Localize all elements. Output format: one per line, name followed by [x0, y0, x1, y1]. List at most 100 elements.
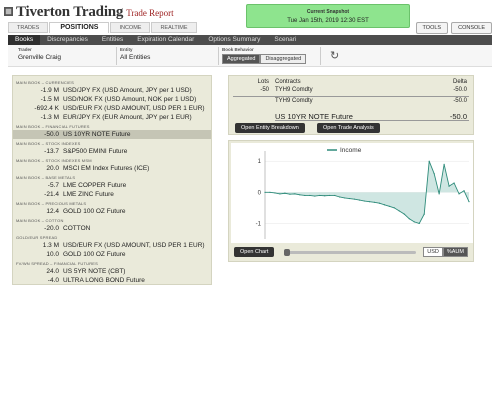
- sub-tab-entities[interactable]: Entities: [95, 35, 130, 45]
- book-behavior-toggle: Aggregated Disaggregated: [222, 54, 307, 64]
- snapshot-time: Tue Jan 15th, 2019 12:30 EST: [287, 18, 369, 24]
- book-row[interactable]: 12.4 GOLD 100 OZ Future: [13, 207, 211, 216]
- book-row-name: USD/EUR FX (USD AMOUNT, USD PER 1 EUR): [63, 105, 205, 112]
- book-row-value: 20.0: [46, 165, 59, 172]
- entity-label: Entity: [120, 47, 133, 52]
- aum-button[interactable]: %AUM: [442, 247, 468, 257]
- income-point: [398, 210, 400, 212]
- income-point: [274, 192, 276, 194]
- slider-handle[interactable]: [284, 249, 290, 256]
- book-row[interactable]: -1.9 M USD/JPY FX (USD Amount, JPY per 1 …: [13, 86, 211, 95]
- income-point: [388, 205, 390, 207]
- book-row-value: -50.0: [44, 131, 59, 138]
- income-point: [428, 160, 430, 162]
- snapshot-label: Current Snapshot: [306, 9, 350, 15]
- contract-name: TYH9 Comdty: [275, 87, 313, 93]
- sub-tab-books[interactable]: Books: [8, 35, 41, 45]
- book-row[interactable]: -13.7 S&P500 EMINI Future: [13, 147, 211, 156]
- book-group-header: MAIN BOOK – COTTON: [16, 218, 64, 223]
- book-row[interactable]: 24.0 US 5YR NOTE (CBT): [13, 267, 211, 276]
- legend-label: Income: [340, 147, 362, 154]
- book-row-name: USD/NOK FX (USD Amount, NOK per 1 USD): [63, 96, 197, 103]
- book-row-value: 1.3 M: [42, 242, 59, 249]
- book-group-header: MAIN BOOK – PRECIOUS METALS: [16, 201, 87, 206]
- disaggregated-button[interactable]: Disaggregated: [260, 54, 307, 64]
- income-point: [463, 190, 465, 192]
- book-row-value: -1.3 M: [40, 114, 59, 121]
- book-row[interactable]: 10.0 GOLD 100 OZ Future: [13, 250, 211, 259]
- top-tab-positions[interactable]: POSITIONS: [49, 22, 110, 33]
- tools-button[interactable]: TOOLS: [415, 22, 449, 34]
- book-row[interactable]: -50.0 US 10YR NOTE Future: [13, 130, 211, 139]
- book-row[interactable]: 1.3 M USD/EUR FX (USD AMOUNT, USD PER 1 E…: [13, 241, 211, 250]
- tools-bar: TOOLS CONSOLE: [415, 22, 492, 34]
- book-row-value: -1.5 M: [40, 96, 59, 103]
- top-tab-trades[interactable]: TRADES: [8, 22, 49, 33]
- income-point: [353, 198, 356, 200]
- book-row-value: 12.4: [46, 208, 59, 215]
- book-row-name: COTTON: [63, 225, 91, 232]
- book-row[interactable]: -4.0 ULTRA LONG BOND Future: [13, 276, 211, 284]
- aggregated-button[interactable]: Aggregated: [222, 54, 261, 64]
- income-point: [468, 201, 470, 203]
- book-row[interactable]: 20.0 MSCI EM Index Futures (ICE): [13, 164, 211, 173]
- income-point: [299, 194, 301, 196]
- income-point: [413, 221, 415, 223]
- console-button[interactable]: CONSOLE: [451, 22, 492, 34]
- top-tab-income[interactable]: INCOME: [110, 22, 151, 33]
- book-row-name: LME COPPER Future: [63, 182, 127, 189]
- book-row-name: MSCI EM Index Futures (ICE): [63, 165, 150, 172]
- book-row[interactable]: -692.4 K USD/EUR FX (USD AMOUNT, USD PER …: [13, 104, 211, 113]
- income-point: [418, 222, 420, 225]
- book-row-name: GOLD 100 OZ Future: [63, 251, 126, 258]
- open-entity-breakdown-button[interactable]: Open Entity Breakdown: [235, 123, 305, 133]
- book-row-value: -20.0: [44, 225, 59, 232]
- income-chart[interactable]: 10-1Income: [231, 143, 473, 243]
- book-group-header: FV/WN SPREAD – FINANCIAL FUTURES: [16, 261, 99, 266]
- income-point: [289, 193, 291, 195]
- chart-controls: Open Chart USD %AUM: [228, 245, 474, 261]
- delta-header: Delta: [452, 79, 467, 85]
- sub-tab-options-summary[interactable]: Options Summary: [201, 35, 267, 45]
- income-point: [279, 193, 281, 195]
- sub-tab-expiration-calendar[interactable]: Expiration Calendar: [130, 35, 201, 45]
- chart-range-slider[interactable]: [286, 251, 416, 254]
- book-group-header: MAIN BOOK – STOCK INDEXES: [16, 141, 81, 146]
- book-row[interactable]: -21.4 LME ZINC Future: [13, 190, 211, 199]
- filter-bar: Trader Grenville Craig Entity All Entiti…: [8, 45, 492, 67]
- book-group-header: GOLD/EUR SPREAD: [16, 235, 58, 240]
- income-point: [443, 163, 445, 165]
- book-row-name: S&P500 EMINI Future: [63, 148, 128, 155]
- book-group-header: MAIN BOOK – STOCK INDEXES MSM: [16, 158, 92, 163]
- lots-header: Lots: [257, 79, 269, 85]
- book-row-value: -21.4: [44, 191, 59, 198]
- top-tab-realtime[interactable]: REALTIME: [151, 22, 197, 33]
- book-row[interactable]: -1.5 M USD/NOK FX (USD Amount, NOK per 1 …: [13, 95, 211, 104]
- income-point: [314, 195, 316, 197]
- trader-label: Trader: [18, 47, 32, 52]
- book-row[interactable]: -20.0 COTTON: [13, 224, 211, 233]
- contracts-header: Contracts: [275, 79, 301, 85]
- contract-row[interactable]: -50 TYH9 Comdty -50.0: [229, 87, 473, 95]
- sub-tab-scenari[interactable]: Scenari: [267, 35, 303, 45]
- book-row[interactable]: -5.7 LME COPPER Future: [13, 181, 211, 190]
- book-row-value: -1.9 M: [40, 87, 59, 94]
- refresh-icon[interactable]: ↻: [330, 49, 339, 62]
- usd-button[interactable]: USD: [423, 247, 443, 257]
- book-row-name: US 10YR NOTE Future: [63, 131, 131, 138]
- total-divider: [275, 120, 469, 121]
- contract-lots: -50: [260, 87, 269, 93]
- trader-filter[interactable]: Trader Grenville Craig: [18, 47, 61, 61]
- book-row[interactable]: -1.3 M EUR/JPY FX (EUR Amount, JPY per 1 …: [13, 113, 211, 122]
- book-group-header: MAIN BOOK – BASE METALS: [16, 175, 76, 180]
- open-chart-button[interactable]: Open Chart: [234, 247, 275, 257]
- income-point: [269, 191, 271, 193]
- open-trade-analysis-button[interactable]: Open Trade Analysis: [317, 123, 380, 133]
- contract-row[interactable]: TYH9 Comdty -50.0: [229, 98, 473, 106]
- income-point: [344, 197, 346, 199]
- income-chart-panel: 1 0 -1 Income: [228, 140, 474, 262]
- sub-tab-discrepancies[interactable]: Discrepancies: [40, 35, 95, 45]
- income-point: [309, 194, 311, 197]
- entity-filter[interactable]: Entity All Entities: [120, 47, 150, 61]
- book-row-name: USD/EUR FX (USD AMOUNT, USD PER 1 EUR): [63, 242, 205, 249]
